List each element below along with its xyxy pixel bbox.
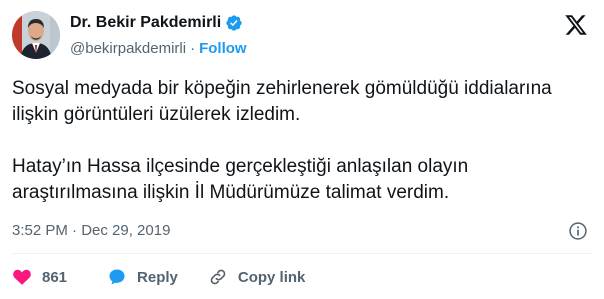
action-bar: 861 Reply Copy link bbox=[12, 265, 305, 289]
author-handle[interactable]: @bekirpakdemirli bbox=[70, 40, 186, 57]
like-button[interactable]: 861 bbox=[12, 267, 107, 287]
copy-link-button[interactable]: Copy link bbox=[208, 267, 306, 287]
tweet-card: Dr. Bekir Pakdemirli @bekirpakdemirli · … bbox=[0, 0, 604, 299]
author-handle-row: @bekirpakdemirli · Follow bbox=[70, 40, 247, 57]
tweet-text: Sosyal medyada bir köpeğin zehirlenerek … bbox=[12, 76, 592, 206]
reply-button[interactable]: Reply bbox=[107, 267, 178, 287]
divider bbox=[12, 253, 592, 254]
reply-bubble-icon bbox=[109, 269, 125, 285]
link-icon bbox=[210, 269, 226, 285]
heart-icon bbox=[13, 269, 31, 285]
x-logo-icon[interactable] bbox=[564, 13, 588, 37]
verified-badge-icon bbox=[225, 14, 243, 32]
reply-label: Reply bbox=[137, 268, 178, 286]
copy-link-label: Copy link bbox=[237, 268, 306, 286]
tweet-timestamp[interactable]: 3:52 PM · Dec 29, 2019 bbox=[12, 222, 170, 239]
author-name-row: Dr. Bekir Pakdemirli bbox=[70, 14, 243, 32]
avatar-image bbox=[12, 11, 60, 59]
tweet-paragraph-1: Sosyal medyada bir köpeğin zehirlenerek … bbox=[12, 78, 552, 125]
handle-separator: · bbox=[190, 40, 196, 57]
author-name[interactable]: Dr. Bekir Pakdemirli bbox=[70, 14, 221, 32]
info-icon[interactable] bbox=[568, 221, 588, 241]
tweet-paragraph-2: Hatay’ın Hassa ilçesinde gerçekleştiği a… bbox=[12, 156, 469, 203]
follow-button[interactable]: Follow bbox=[199, 40, 247, 57]
avatar[interactable] bbox=[12, 11, 60, 59]
like-count: 861 bbox=[42, 268, 68, 286]
